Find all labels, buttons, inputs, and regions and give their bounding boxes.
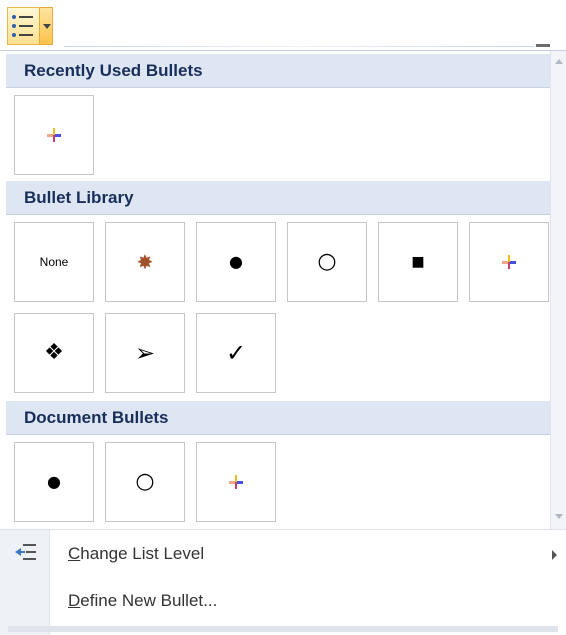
library-bullet-colored-cross[interactable] (469, 222, 549, 302)
hollow-circle-bullet-icon: ○ (317, 249, 337, 274)
section-header-document: Document Bullets (6, 401, 550, 435)
change-list-level-label: Change List Level (68, 544, 205, 563)
bulleted-list-icon (12, 15, 33, 37)
scroll-up-icon[interactable] (555, 59, 563, 64)
dropdown-arrow-icon[interactable] (39, 7, 53, 45)
submenu-arrow-icon (552, 550, 557, 560)
scroll-down-icon[interactable] (555, 514, 563, 519)
library-bullet-arrowhead[interactable]: ➢ (105, 313, 185, 393)
bullets-split-button[interactable] (6, 6, 66, 45)
change-list-level-menu-item[interactable]: Change List Level (0, 532, 566, 578)
menu-bottom-edge (8, 626, 558, 632)
library-bullet-hollow-circle[interactable]: ○ (287, 222, 367, 302)
filled-circle-bullet-icon: ● (229, 252, 243, 271)
library-bullet-checkmark[interactable]: ✓ (196, 313, 276, 393)
hollow-circle-bullet-icon: ○ (135, 469, 155, 494)
define-new-bullet-menu-item[interactable]: Define New Bullet... (0, 579, 566, 625)
checkmark-bullet-icon: ✓ (225, 339, 247, 367)
starburst-bullet-icon: ✸ (136, 250, 154, 274)
none-label: None (39, 255, 69, 269)
library-bullet-none[interactable]: None (14, 222, 94, 302)
change-list-level-icon (15, 544, 36, 560)
command-area: Change List Level Define New Bullet... (0, 529, 566, 635)
gallery-scrollbar[interactable] (550, 51, 566, 529)
bullets-gallery-menu: Recently Used Bullets Bullet Library Non… (0, 50, 566, 635)
colored-cross-bullet-icon (229, 475, 243, 489)
recent-bullet-colored-cross[interactable] (14, 95, 94, 175)
library-bullet-four-diamond[interactable]: ❖ (14, 313, 94, 393)
library-bullet-filled-circle[interactable]: ● (196, 222, 276, 302)
colored-cross-bullet-icon (47, 128, 61, 142)
arrowhead-bullet-icon: ➢ (134, 339, 156, 367)
document-bullet-filled-circle[interactable]: ● (14, 442, 94, 522)
toolbar-divider (64, 46, 534, 47)
document-bullet-colored-cross[interactable] (196, 442, 276, 522)
filled-circle-bullet-icon: ● (47, 472, 61, 491)
colored-cross-bullet-icon (502, 255, 516, 269)
toolbar-edge (536, 44, 550, 47)
section-header-recent: Recently Used Bullets (6, 54, 550, 88)
library-bullet-filled-square[interactable]: ■ (378, 222, 458, 302)
library-bullet-starburst[interactable]: ✸ (105, 222, 185, 302)
bullets-button[interactable] (7, 7, 39, 45)
define-new-bullet-label: Define New Bullet... (68, 591, 218, 610)
toolbar (0, 0, 566, 50)
document-bullet-hollow-circle[interactable]: ○ (105, 442, 185, 522)
section-header-library: Bullet Library (6, 181, 550, 215)
four-diamond-bullet-icon: ❖ (44, 340, 64, 365)
filled-square-bullet-icon: ■ (411, 254, 425, 270)
